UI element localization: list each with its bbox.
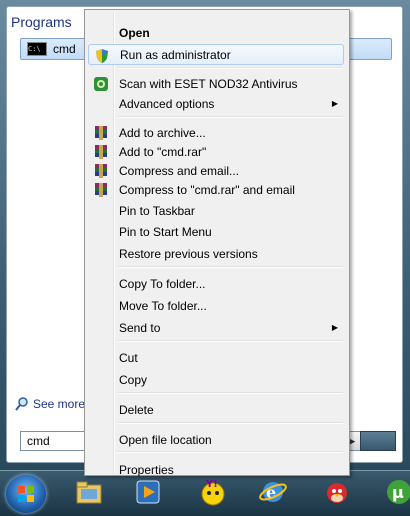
shutdown-button[interactable] (360, 431, 396, 451)
menu-item-open-file-location[interactable]: Open file location (88, 429, 344, 450)
menu-item-label: Open file location (119, 432, 212, 447)
search-input-value: cmd (27, 434, 50, 448)
menu-item-label: Pin to Start Menu (119, 224, 212, 239)
svg-text:Y!: Y! (205, 479, 218, 490)
windows-start-orb[interactable] (6, 475, 46, 513)
program-item-label: cmd (53, 42, 76, 56)
submenu-arrow-icon: ▶ (331, 323, 338, 332)
menu-item-label: Delete (119, 402, 154, 417)
submenu-arrow-icon: ▶ (331, 99, 338, 108)
menu-item-send-to[interactable]: Send to ▶ (88, 317, 344, 338)
menu-item-add-to-cmd-rar[interactable]: Add to "cmd.rar" (88, 141, 344, 162)
menu-separator (117, 67, 343, 69)
menu-item-scan-with-eset-nod32-antivirus[interactable]: Scan with ESET NOD32 Antivirus (88, 73, 344, 94)
internet-explorer-icon[interactable]: e (258, 477, 288, 507)
menu-item-add-to-archive[interactable]: Add to archive... (88, 122, 344, 143)
menu-item-restore-previous-versions[interactable]: Restore previous versions (88, 243, 344, 264)
menu-item-pin-to-taskbar[interactable]: Pin to Taskbar (88, 200, 344, 221)
menu-separator (117, 340, 343, 342)
see-more-label: See more (33, 397, 86, 411)
winrar-icon (93, 125, 109, 141)
menu-item-label: Add to archive... (119, 125, 206, 140)
media-player-icon[interactable] (133, 477, 163, 507)
menu-separator (117, 451, 343, 453)
menu-item-label: Compress to "cmd.rar" and email (119, 182, 295, 197)
see-more-link[interactable]: See more (15, 397, 85, 411)
menu-item-delete[interactable]: Delete (88, 399, 344, 420)
search-icon (15, 397, 28, 411)
menu-item-label: Move To folder... (119, 298, 207, 313)
menu-separator (117, 266, 343, 268)
menu-item-advanced-options[interactable]: Advanced options ▶ (88, 93, 344, 114)
menu-item-label: Scan with ESET NOD32 Antivirus (119, 76, 298, 91)
menu-item-label: Compress and email... (119, 163, 240, 178)
programs-header: Programs (11, 14, 72, 30)
svg-text:µ: µ (392, 483, 404, 502)
menu-item-label: Send to (119, 320, 161, 335)
utorrent-icon[interactable]: µ (384, 477, 410, 507)
menu-item-label: Add to "cmd.rar" (119, 144, 207, 159)
menu-item-open[interactable]: Open (88, 22, 344, 43)
menu-item-label: Copy To folder... (119, 276, 206, 291)
cmd-icon: C:\ (27, 42, 47, 56)
menu-item-cut[interactable]: Cut (88, 347, 344, 368)
file-explorer-icon[interactable] (74, 477, 104, 507)
eset-icon (93, 76, 109, 92)
menu-item-copy[interactable]: Copy (88, 369, 344, 390)
menu-item-label: Cut (119, 350, 138, 365)
menu-separator (117, 422, 343, 424)
menu-item-properties[interactable]: Properties (88, 459, 344, 480)
context-menu: Open Run as administrator Scan with ESET N… (84, 9, 350, 477)
winrar-icon (93, 144, 109, 160)
menu-item-move-to-folder[interactable]: Move To folder... (88, 295, 344, 316)
windows-logo-icon (18, 486, 34, 502)
winrar-icon (93, 182, 109, 198)
menu-item-label: Open (119, 25, 150, 40)
menu-item-compress-and-email[interactable]: Compress and email... (88, 160, 344, 181)
menu-item-label: Advanced options (119, 96, 215, 111)
menu-separator (117, 392, 343, 394)
menu-item-pin-to-start-menu[interactable]: Pin to Start Menu (88, 221, 344, 242)
menu-item-label: Copy (119, 372, 148, 387)
menu-item-compress-to-cmd-rar-and-email[interactable]: Compress to "cmd.rar" and email (88, 179, 344, 200)
menu-separator (117, 116, 343, 118)
menu-item-label: Restore previous versions (119, 246, 258, 261)
menu-item-label: Properties (119, 462, 174, 477)
menu-item-run-as-administrator[interactable]: Run as administrator (88, 44, 344, 65)
angry-birds-icon[interactable] (322, 477, 352, 507)
menu-item-label: Pin to Taskbar (119, 203, 195, 218)
menu-item-copy-to-folder[interactable]: Copy To folder... (88, 273, 344, 294)
shield-icon (94, 48, 110, 64)
yahoo-messenger-icon[interactable]: Y! (198, 477, 228, 507)
winrar-icon (93, 163, 109, 179)
menu-item-label: Run as administrator (120, 47, 231, 62)
